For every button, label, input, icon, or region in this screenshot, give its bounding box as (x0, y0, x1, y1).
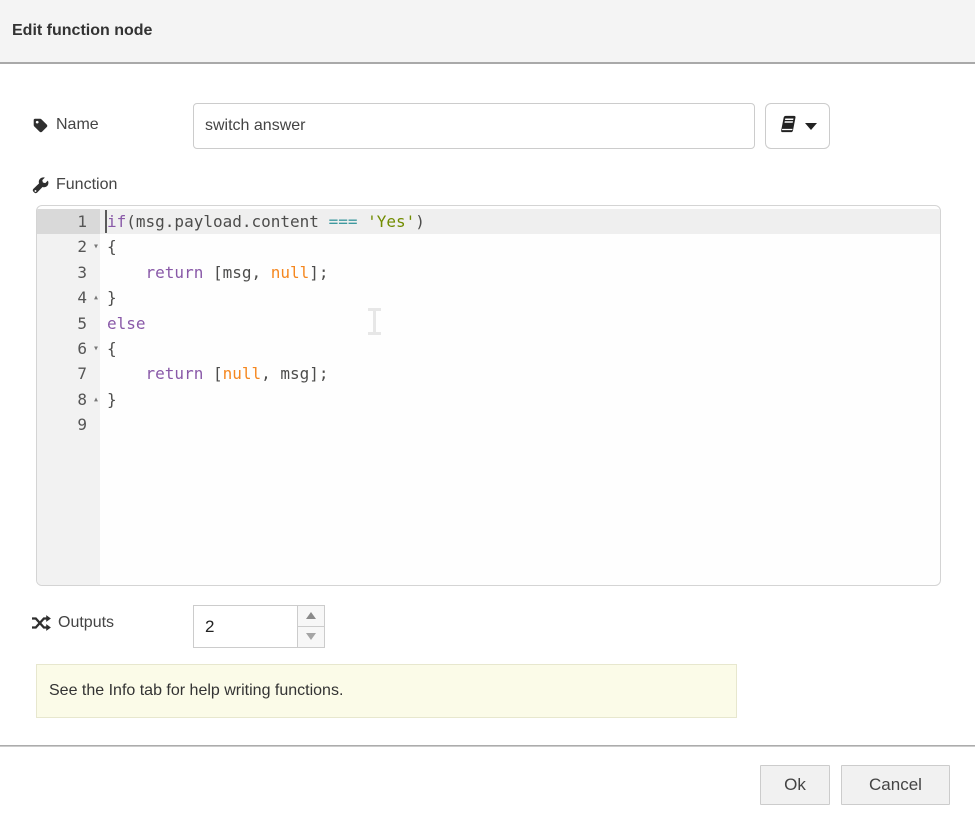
caret-down-icon (805, 123, 817, 130)
editor-line[interactable]: 9 (37, 412, 940, 437)
code-line-text: return [null, msg]; (100, 361, 940, 386)
editor-gutter-background (37, 438, 100, 586)
mouse-ibeam-cursor (366, 308, 382, 335)
name-label-row: Name (32, 116, 99, 134)
spinner-up-button[interactable] (298, 606, 324, 627)
gutter-line-number: 5 (37, 311, 100, 336)
wrench-icon (32, 177, 49, 194)
outputs-value[interactable]: 2 (205, 606, 214, 647)
function-code-editor[interactable]: 1if(msg.payload.content === 'Yes')2▾{3 r… (36, 205, 941, 586)
tag-icon (32, 117, 49, 134)
gutter-line-number: 1 (37, 209, 100, 234)
code-line-text: return [msg, null]; (100, 260, 940, 285)
ok-button-label: Ok (784, 775, 806, 795)
editor-line[interactable]: 3 return [msg, null]; (37, 260, 940, 285)
cancel-button-label: Cancel (869, 775, 922, 795)
gutter-line-number: 9 (37, 412, 100, 437)
editor-line[interactable]: 8▴} (37, 387, 940, 412)
code-line-text: } (100, 285, 940, 310)
code-line-text: if(msg.payload.content === 'Yes') (100, 209, 940, 234)
outputs-spinner[interactable]: 2 (193, 605, 325, 648)
code-line-text: { (100, 336, 940, 361)
book-icon (778, 114, 798, 139)
gutter-line-number: 4▴ (37, 285, 100, 310)
footer-divider (0, 745, 975, 747)
shuffle-icon (31, 614, 51, 632)
text-caret (105, 210, 107, 233)
gutter-line-number: 6▾ (37, 336, 100, 361)
name-label: Name (56, 116, 99, 134)
form-tip: See the Info tab for help writing functi… (36, 664, 737, 718)
editor-line[interactable]: 6▾{ (37, 336, 940, 361)
spinner-buttons (297, 606, 324, 647)
gutter-line-number: 3 (37, 260, 100, 285)
library-button[interactable] (765, 103, 830, 149)
spinner-down-button[interactable] (298, 627, 324, 648)
code-line-text (100, 412, 940, 437)
function-label-row: Function (32, 176, 117, 194)
editor-line[interactable]: 1if(msg.payload.content === 'Yes') (37, 209, 940, 234)
editor-line[interactable]: 7 return [null, msg]; (37, 361, 940, 386)
edit-function-node-dialog: Edit function node Name (0, 0, 975, 824)
code-line-text: { (100, 234, 940, 259)
code-line-text: else (100, 311, 940, 336)
dialog-title: Edit function node (0, 22, 152, 40)
fold-close-icon[interactable]: ▴ (93, 285, 99, 310)
fold-open-icon[interactable]: ▾ (93, 234, 99, 259)
editor-line[interactable]: 5else (37, 311, 940, 336)
gutter-line-number: 7 (37, 361, 100, 386)
dialog-header: Edit function node (0, 0, 975, 64)
gutter-line-number: 8▴ (37, 387, 100, 412)
function-label: Function (56, 176, 117, 194)
cancel-button[interactable]: Cancel (841, 765, 950, 805)
editor-line[interactable]: 4▴} (37, 285, 940, 310)
name-input[interactable] (193, 103, 755, 149)
outputs-label: Outputs (58, 614, 114, 632)
code-line-text: } (100, 387, 940, 412)
editor-line[interactable]: 2▾{ (37, 234, 940, 259)
form-tip-text: See the Info tab for help writing functi… (49, 682, 343, 700)
arrow-up-icon (306, 612, 316, 619)
outputs-label-row: Outputs (31, 614, 114, 632)
arrow-down-icon (306, 633, 316, 640)
fold-close-icon[interactable]: ▴ (93, 387, 99, 412)
gutter-line-number: 2▾ (37, 234, 100, 259)
fold-open-icon[interactable]: ▾ (93, 336, 99, 361)
ok-button[interactable]: Ok (760, 765, 830, 805)
